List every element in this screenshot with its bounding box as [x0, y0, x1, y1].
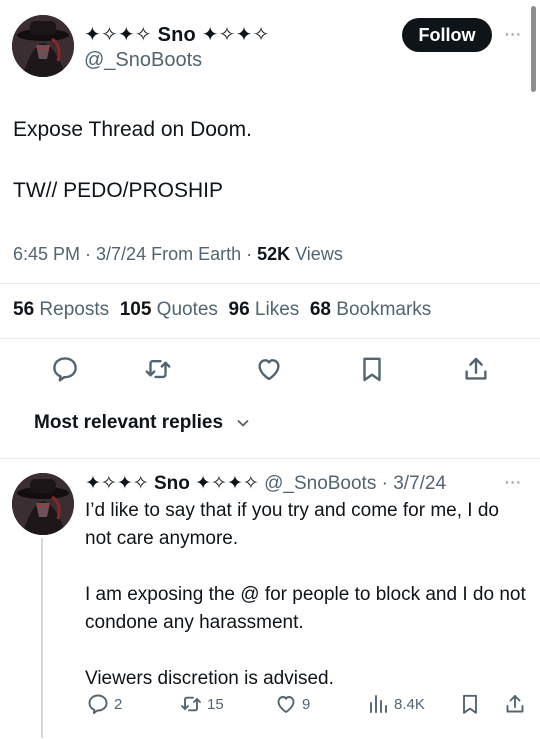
reply-icon	[88, 694, 108, 715]
like-icon	[277, 696, 295, 713]
tweet-meta: 6:45 PM · 3/7/24 From Earth · 52K Views	[13, 244, 343, 265]
avatar-image	[12, 473, 74, 535]
reply-paragraph-1: I’d like to say that if you try and come…	[85, 500, 499, 549]
reposts-label: Reposts	[39, 299, 110, 320]
reply-more-options-icon[interactable]: ···	[505, 474, 522, 490]
chevron-down-icon	[237, 420, 249, 427]
reply-views-count: 8.4K	[394, 695, 425, 713]
reply-share-button[interactable]	[503, 692, 527, 716]
divider	[0, 283, 540, 284]
likes-label: Likes	[254, 299, 300, 320]
more-options-icon[interactable]: ···	[505, 26, 522, 42]
reposts-stat[interactable]: 56 Reposts	[13, 299, 109, 320]
reply-like-button[interactable]: 9	[274, 692, 310, 716]
reply-handle-date[interactable]: @_SnoBoots · 3/7/24	[264, 473, 446, 494]
reply-header: ✦✧✦✧ Sno ✦✧✦✧ @_SnoBoots · 3/7/24	[85, 472, 446, 495]
user-handle[interactable]: @_SnoBoots	[84, 49, 202, 72]
replies-sort-dropdown[interactable]: Most relevant replies	[34, 412, 251, 434]
reply-repost-button[interactable]: 15	[179, 692, 224, 716]
reply-reply-button[interactable]: 2	[86, 692, 122, 716]
reply-paragraph-3: Viewers discretion is advised.	[85, 668, 334, 689]
replies-sort-label: Most relevant replies	[34, 412, 224, 433]
views-count: 52K	[257, 244, 291, 264]
avatar[interactable]	[12, 15, 74, 77]
likes-stat[interactable]: 96 Likes	[229, 299, 300, 320]
reply-bookmark-button[interactable]	[458, 692, 482, 716]
reply-body: I’d like to say that if you try and come…	[85, 497, 530, 693]
display-name[interactable]: ✦✧✦✧ Sno ✦✧✦✧	[84, 22, 270, 47]
bookmarks-label: Bookmarks	[336, 299, 432, 320]
reply-reply-count: 2	[114, 695, 123, 713]
reposts-count: 56	[13, 299, 35, 320]
share-icon[interactable]	[461, 354, 491, 384]
timestamp[interactable]: 6:45 PM · 3/7/24 From Earth ·	[13, 244, 257, 264]
avatar-image	[12, 15, 74, 77]
reply-views-button[interactable]: 8.4K	[366, 692, 425, 716]
reply-like-count: 9	[302, 695, 311, 713]
reply-display-name[interactable]: ✦✧✦✧ Sno ✦✧✦✧	[85, 473, 259, 494]
scrollbar[interactable]	[531, 6, 536, 92]
follow-button[interactable]: Follow	[402, 18, 492, 52]
thread-line	[41, 538, 43, 738]
quotes-stat[interactable]: 105 Quotes	[120, 299, 218, 320]
quotes-count: 105	[119, 299, 152, 320]
quotes-label: Quotes	[156, 299, 218, 320]
views-chart-icon	[370, 695, 387, 713]
reply-repost-count: 15	[207, 695, 224, 713]
tweet-text-line-2: TW// PEDO/PROSHIP	[13, 179, 224, 202]
repost-icon	[181, 696, 201, 712]
likes-count: 96	[228, 299, 250, 320]
repost-icon[interactable]	[143, 354, 173, 384]
reply-icon[interactable]	[50, 354, 80, 384]
tweet-text-line-1: Expose Thread on Doom.	[13, 118, 252, 141]
bookmarks-count: 68	[309, 299, 331, 320]
views-label: Views	[290, 244, 343, 264]
divider	[0, 338, 540, 339]
reply-avatar[interactable]	[12, 473, 74, 535]
share-icon	[506, 695, 524, 713]
bookmark-icon	[463, 694, 477, 714]
bookmark-icon[interactable]	[357, 354, 387, 384]
like-icon[interactable]	[254, 354, 284, 384]
bookmarks-stat[interactable]: 68 Bookmarks	[310, 299, 431, 320]
stats-row: 56 Reposts 105 Quotes 96 Likes 68 Bookma…	[13, 299, 431, 321]
reply-paragraph-2: I am exposing the @ for people to block …	[85, 584, 526, 633]
divider	[0, 458, 540, 459]
